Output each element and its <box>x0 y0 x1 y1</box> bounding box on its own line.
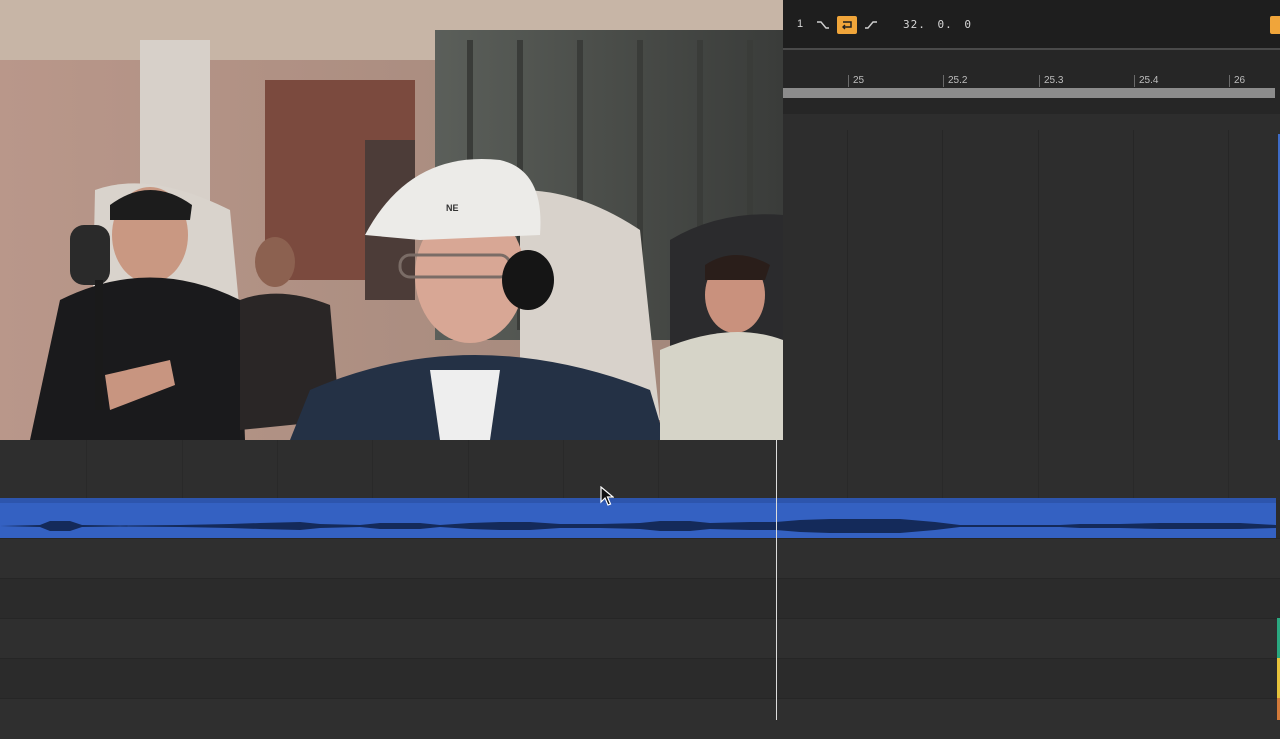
loop-icon <box>842 21 852 30</box>
mouse-cursor-icon <box>600 486 614 506</box>
track-lane[interactable] <box>0 538 1280 579</box>
ruler-marker: 25.3 <box>1039 75 1063 87</box>
ruler-marker: 25.2 <box>943 75 967 87</box>
audio-clip[interactable] <box>0 498 1276 538</box>
ruler-marker: 25 <box>848 75 864 87</box>
beat-time-ruler[interactable]: 25 25.2 25.3 25.4 26 <box>783 50 1280 115</box>
track-lane[interactable] <box>0 658 1280 699</box>
track-empty-area[interactable] <box>0 440 1280 500</box>
ruler-marker: 26 <box>1229 75 1245 87</box>
loop-brace[interactable] <box>783 88 1275 98</box>
waveform <box>0 519 1276 533</box>
transport-bar: 1 32. 0. 0 <box>783 0 1280 48</box>
cap-logo: NE <box>446 203 459 213</box>
track-lane[interactable] <box>0 618 1280 659</box>
clip-header[interactable] <box>0 498 1276 503</box>
ruler-marker: 25.4 <box>1134 75 1158 87</box>
fade-in-icon <box>817 21 829 29</box>
fade-out-button[interactable] <box>861 16 881 34</box>
fade-in-button[interactable] <box>813 16 833 34</box>
loop-toggle-button[interactable] <box>837 16 857 34</box>
webcam-video-overlay: NE <box>0 0 783 440</box>
loop-length-field[interactable]: 32. 0. 0 <box>903 18 972 31</box>
playhead[interactable] <box>776 440 777 720</box>
track-lane[interactable] <box>0 698 1280 739</box>
loop-start-bar[interactable]: 1 <box>797 18 803 30</box>
track-lane[interactable] <box>0 578 1280 619</box>
punch-button[interactable] <box>1270 16 1280 34</box>
webcam-scene <box>0 0 783 440</box>
fade-out-icon <box>865 21 877 29</box>
